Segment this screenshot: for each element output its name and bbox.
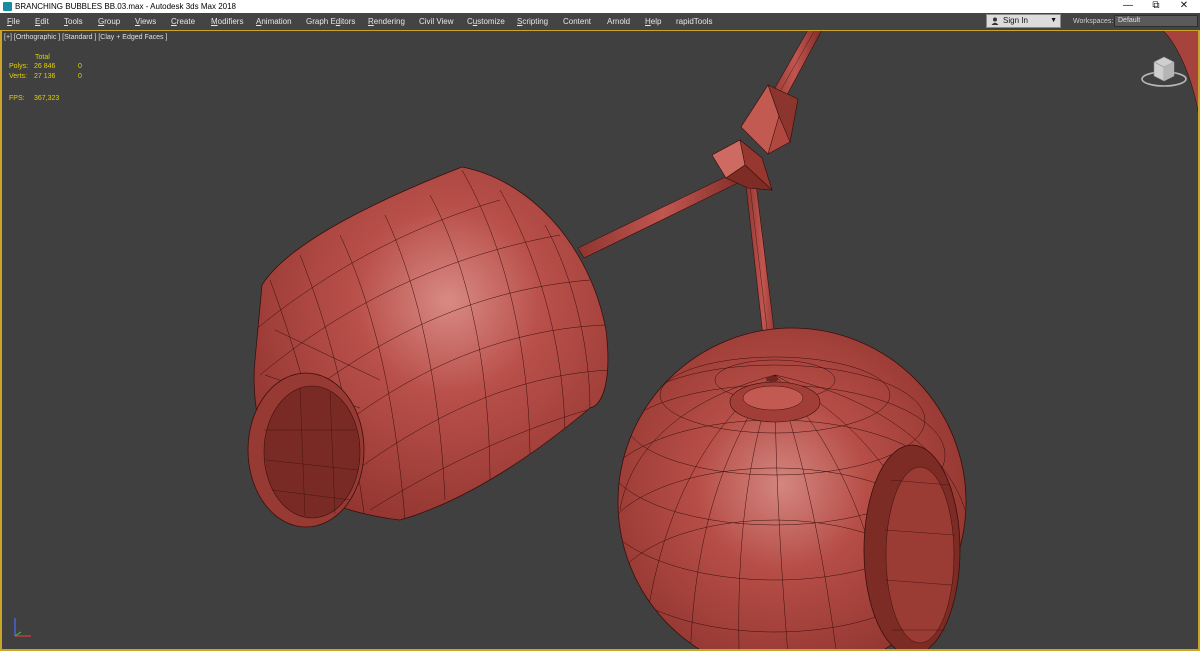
restore-icon: ⧉	[1152, 0, 1160, 11]
verts-selected: 0	[78, 73, 82, 80]
chevron-down-icon: ▼	[1050, 17, 1057, 24]
title-bar: BRANCHING BUBBLES BB.03.max - Autodesk 3…	[0, 0, 1200, 13]
menu-help[interactable]: Help	[645, 13, 661, 30]
menu-views[interactable]: Views	[135, 13, 156, 30]
close-button[interactable]: ✕	[1166, 0, 1200, 13]
workspaces-select[interactable]: Default	[1114, 15, 1198, 27]
menu-graph-editors[interactable]: Graph Editors	[306, 13, 355, 30]
sphere-object	[617, 327, 967, 651]
menu-scripting[interactable]: Scripting	[517, 13, 548, 30]
polys-label: Polys:	[9, 63, 29, 70]
menu-arnold[interactable]: Arnold	[607, 13, 630, 30]
scene-render[interactable]	[0, 30, 1200, 651]
menu-content[interactable]: Content	[563, 13, 591, 30]
menu-rendering[interactable]: Rendering	[368, 13, 405, 30]
sign-in-dropdown[interactable]: Sign In ▼	[986, 14, 1061, 28]
menu-edit[interactable]: Edit	[35, 13, 49, 30]
viewcube-icon[interactable]	[1138, 52, 1190, 90]
menu-animation[interactable]: Animation	[256, 13, 292, 30]
menu-group[interactable]: Group	[98, 13, 120, 30]
perspective-viewport[interactable]: [+] [Orthographic ] [Standard ] [Clay + …	[0, 30, 1200, 651]
window-title: BRANCHING BUBBLES BB.03.max - Autodesk 3…	[15, 2, 236, 11]
fps-label: FPS:	[9, 95, 25, 102]
polys-selected: 0	[78, 63, 82, 70]
menu-modifiers[interactable]: Modifiers	[211, 13, 243, 30]
app-icon	[3, 2, 12, 11]
menu-civil-view[interactable]: Civil View	[419, 13, 454, 30]
menu-tools[interactable]: Tools	[64, 13, 83, 30]
viewport-label-menu[interactable]: [+] [Orthographic ] [Standard ] [Clay + …	[4, 33, 167, 43]
verts-value: 27 136	[34, 73, 56, 80]
sign-in-label: Sign In	[1003, 16, 1028, 25]
polys-value: 26 846	[34, 63, 56, 70]
fps-value: 367,323	[34, 95, 60, 102]
menu-file[interactable]: File	[7, 13, 20, 30]
menu-create[interactable]: Create	[171, 13, 195, 30]
menu-customize[interactable]: Customize	[467, 13, 505, 30]
axis-tripod-icon	[14, 618, 31, 637]
menu-rapidtools[interactable]: rapidTools	[676, 13, 712, 30]
user-icon	[991, 17, 999, 25]
minimize-icon: —	[1123, 0, 1133, 11]
workspaces-label: Workspaces:	[1073, 18, 1114, 25]
verts-label: Verts:	[9, 73, 27, 80]
joint	[711, 84, 799, 191]
close-icon: ✕	[1179, 0, 1189, 11]
cup-object	[247, 166, 609, 528]
